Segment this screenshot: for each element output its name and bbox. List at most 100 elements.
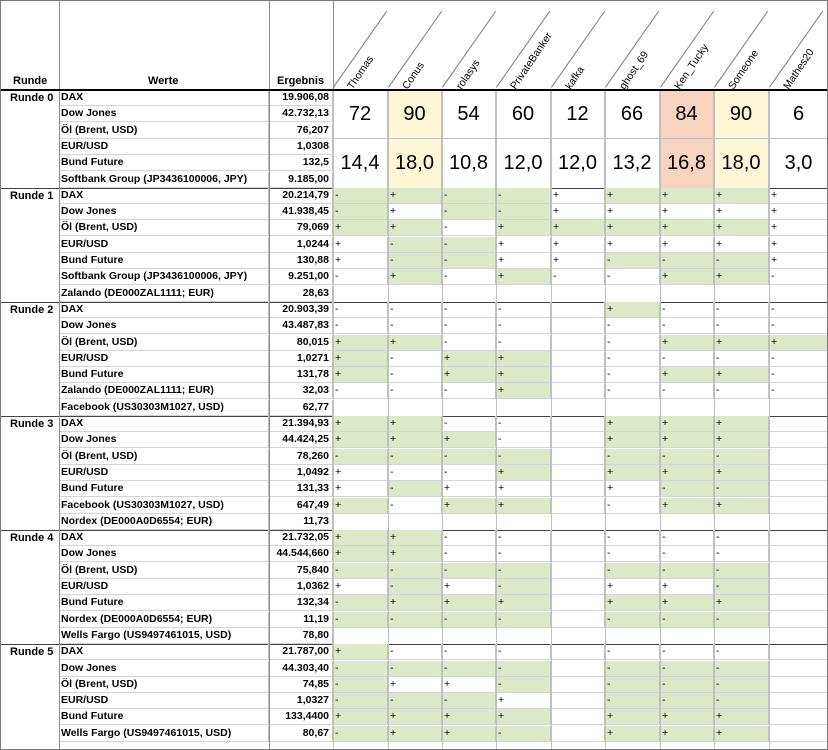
prediction-cell[interactable]: -	[388, 383, 442, 400]
prediction-cell[interactable]: -	[388, 660, 442, 677]
prediction-cell[interactable]: -	[714, 301, 769, 318]
prediction-cell[interactable]: +	[551, 253, 605, 269]
prediction-cell[interactable]	[551, 432, 605, 449]
prediction-cell[interactable]: +	[714, 416, 769, 432]
prediction-cell[interactable]: +	[660, 432, 714, 449]
prediction-cell[interactable]: -	[442, 611, 496, 628]
prediction-cell[interactable]: +	[333, 334, 388, 351]
prediction-cell[interactable]: -	[388, 693, 442, 710]
prediction-cell[interactable]: -	[442, 269, 496, 286]
prediction-cell[interactable]: +	[551, 204, 605, 221]
prediction-cell[interactable]: -	[714, 644, 769, 661]
prediction-cell[interactable]: +	[388, 334, 442, 351]
prediction-cell[interactable]: -	[660, 546, 714, 563]
prediction-cell[interactable]: -	[333, 448, 388, 465]
prediction-cell[interactable]	[551, 497, 605, 514]
prediction-cell[interactable]	[769, 709, 827, 726]
prediction-cell[interactable]: +	[496, 253, 551, 269]
prediction-cell[interactable]: -	[660, 562, 714, 579]
prediction-cell[interactable]: +	[660, 220, 714, 237]
prediction-cell[interactable]: +	[605, 220, 660, 237]
prediction-cell[interactable]	[551, 725, 605, 742]
prediction-cell[interactable]	[769, 693, 827, 710]
prediction-cell[interactable]	[769, 449, 827, 465]
prediction-cell[interactable]: -	[769, 302, 827, 318]
prediction-cell[interactable]: +	[660, 579, 714, 595]
prediction-cell[interactable]: -	[714, 676, 769, 693]
prediction-cell[interactable]: +	[442, 367, 496, 384]
prediction-cell[interactable]: +	[333, 546, 388, 563]
prediction-cell[interactable]: +	[605, 204, 660, 221]
prediction-cell[interactable]	[769, 595, 827, 612]
prediction-cell[interactable]: +	[714, 220, 769, 237]
prediction-cell[interactable]: -	[769, 351, 827, 367]
prediction-cell[interactable]: +	[769, 237, 827, 253]
prediction-cell[interactable]: -	[388, 318, 442, 335]
prediction-cell[interactable]	[551, 660, 605, 677]
prediction-cell[interactable]: -	[442, 530, 496, 547]
prediction-cell[interactable]: +	[333, 236, 388, 253]
prediction-cell[interactable]: -	[333, 383, 388, 400]
prediction-cell[interactable]: -	[660, 693, 714, 710]
prediction-cell[interactable]: +	[333, 464, 388, 481]
prediction-cell[interactable]: -	[333, 301, 388, 318]
prediction-cell[interactable]: -	[442, 236, 496, 253]
prediction-cell[interactable]: +	[605, 187, 660, 204]
prediction-cell[interactable]: +	[660, 367, 714, 384]
player-name[interactable]: ghost_69	[617, 49, 651, 92]
prediction-cell[interactable]: -	[605, 448, 660, 465]
prediction-cell[interactable]: +	[660, 187, 714, 204]
prediction-cell[interactable]: +	[769, 204, 827, 221]
prediction-cell[interactable]: +	[496, 497, 551, 514]
prediction-cell[interactable]: -	[714, 350, 769, 367]
prediction-cell[interactable]: -	[714, 530, 769, 547]
prediction-cell[interactable]: -	[442, 383, 496, 400]
prediction-cell[interactable]: -	[605, 350, 660, 367]
prediction-cell[interactable]: +	[496, 236, 551, 253]
prediction-cell[interactable]: +	[333, 350, 388, 367]
prediction-cell[interactable]: -	[388, 448, 442, 465]
prediction-cell[interactable]: +	[605, 579, 660, 595]
prediction-cell[interactable]: -	[442, 220, 496, 237]
prediction-cell[interactable]: +	[605, 725, 660, 742]
prediction-cell[interactable]: +	[714, 269, 769, 286]
prediction-cell[interactable]: -	[442, 301, 496, 318]
prediction-cell[interactable]: +	[388, 676, 442, 693]
prediction-cell[interactable]: -	[496, 301, 551, 318]
prediction-cell[interactable]: -	[496, 318, 551, 335]
prediction-cell[interactable]: -	[442, 204, 496, 221]
prediction-cell[interactable]: -	[388, 481, 442, 498]
prediction-cell[interactable]: +	[496, 220, 551, 237]
prediction-cell[interactable]: -	[660, 660, 714, 677]
prediction-cell[interactable]: +	[660, 204, 714, 221]
prediction-cell[interactable]: -	[605, 562, 660, 579]
prediction-cell[interactable]: -	[333, 318, 388, 335]
prediction-cell[interactable]: -	[496, 187, 551, 204]
prediction-cell[interactable]: +	[605, 416, 660, 432]
prediction-cell[interactable]: +	[388, 432, 442, 449]
prediction-cell[interactable]: -	[442, 416, 496, 432]
prediction-cell[interactable]	[551, 530, 605, 547]
player-name[interactable]: kafka	[563, 64, 587, 92]
prediction-cell[interactable]: -	[496, 725, 551, 742]
prediction-cell[interactable]: +	[714, 432, 769, 449]
prediction-cell[interactable]: +	[769, 220, 827, 237]
prediction-cell[interactable]	[551, 416, 605, 432]
prediction-cell[interactable]: -	[660, 676, 714, 693]
prediction-cell[interactable]: -	[388, 301, 442, 318]
prediction-cell[interactable]	[769, 644, 827, 661]
prediction-cell[interactable]: +	[333, 497, 388, 514]
prediction-cell[interactable]: -	[333, 676, 388, 693]
prediction-cell[interactable]: -	[333, 725, 388, 742]
prediction-cell[interactable]: -	[442, 318, 496, 335]
prediction-cell[interactable]: -	[714, 579, 769, 595]
prediction-cell[interactable]: +	[714, 464, 769, 481]
prediction-cell[interactable]: -	[714, 693, 769, 710]
prediction-cell[interactable]: -	[769, 269, 827, 286]
prediction-cell[interactable]: +	[333, 432, 388, 449]
prediction-cell[interactable]: -	[496, 644, 551, 661]
prediction-cell[interactable]: +	[333, 220, 388, 237]
prediction-cell[interactable]	[769, 726, 827, 742]
prediction-cell[interactable]: +	[333, 644, 388, 661]
prediction-cell[interactable]	[769, 612, 827, 628]
